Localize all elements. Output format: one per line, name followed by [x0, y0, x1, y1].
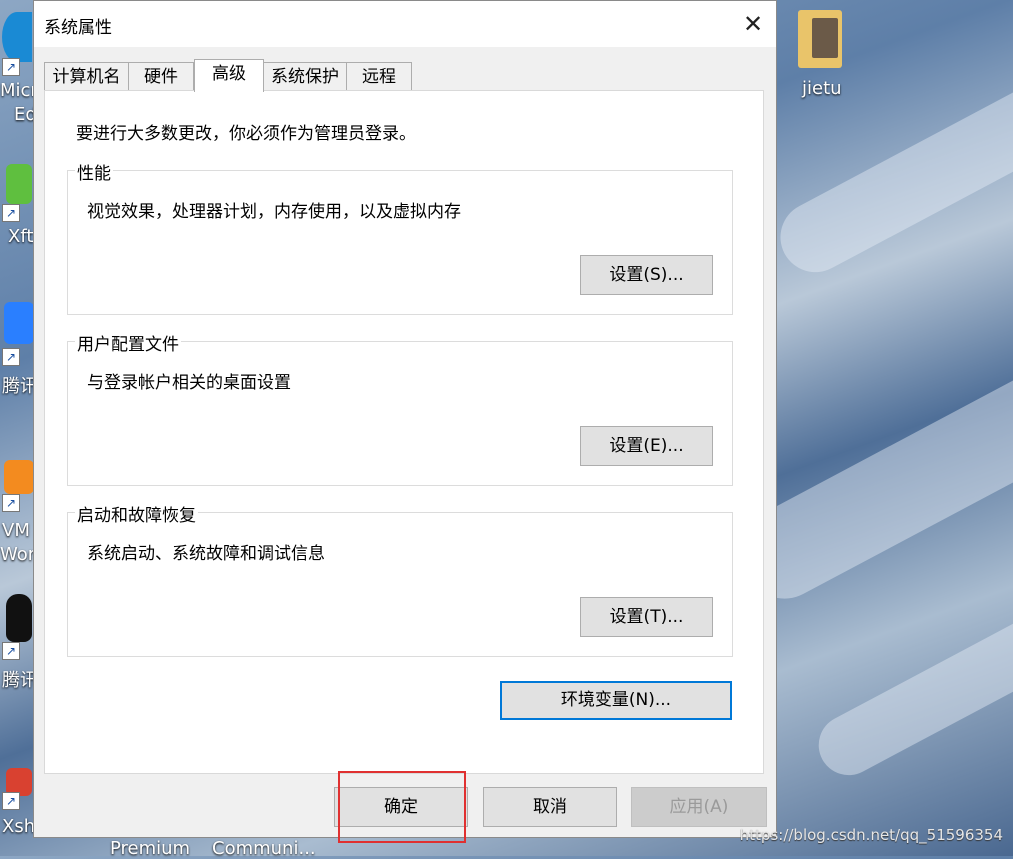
- desktop-icon-label: Xsh: [2, 816, 36, 837]
- xftp-icon: [6, 164, 32, 204]
- group-description: 与登录帐户相关的桌面设置: [87, 373, 291, 393]
- desktop-icon-label: Xft: [8, 226, 34, 247]
- ok-button-highlight-box: [338, 771, 466, 843]
- group-description: 视觉效果，处理器计划，内存使用，以及虚拟内存: [87, 202, 461, 222]
- performance-settings-button[interactable]: 设置(S)...: [580, 255, 713, 295]
- tab-system-protection[interactable]: 系统保护: [263, 62, 347, 90]
- desktop-icon-label: VM: [2, 520, 30, 541]
- user-profiles-group: 用户配置文件 与登录帐户相关的桌面设置 设置(E)...: [67, 330, 733, 486]
- shortcut-arrow-icon: ↗: [2, 348, 20, 366]
- edge-icon: [2, 12, 32, 62]
- shortcut-arrow-icon: ↗: [2, 204, 20, 222]
- close-button[interactable]: ✕: [738, 9, 768, 39]
- startup-recovery-group: 启动和故障恢复 系统启动、系统故障和调试信息 设置(T)...: [67, 501, 733, 657]
- shortcut-arrow-icon: ↗: [2, 494, 20, 512]
- title-bar[interactable]: 系统属性 ✕: [34, 1, 776, 47]
- environment-variables-button[interactable]: 环境变量(N)...: [500, 681, 732, 720]
- system-properties-dialog: 系统属性 ✕ 计算机名 硬件 高级 系统保护 远程 要进行大多数更改，你必须作为…: [33, 0, 777, 843]
- group-title: 性能: [75, 159, 113, 184]
- qq-penguin-icon: [6, 594, 32, 642]
- performance-group: 性能 视觉效果，处理器计划，内存使用，以及虚拟内存 设置(S)...: [67, 159, 733, 315]
- shortcut-arrow-icon: ↗: [2, 642, 20, 660]
- group-title: 用户配置文件: [75, 330, 181, 355]
- cancel-button[interactable]: 取消: [483, 787, 617, 827]
- folder-photo-thumbnail: [812, 18, 838, 58]
- tab-advanced[interactable]: 高级: [194, 59, 264, 92]
- vmware-icon: [4, 460, 34, 494]
- window-title: 系统属性: [44, 18, 112, 38]
- shortcut-arrow-icon: ↗: [2, 792, 20, 810]
- group-description: 系统启动、系统故障和调试信息: [87, 544, 325, 564]
- shortcut-arrow-icon: ↗: [2, 58, 20, 76]
- user-profiles-settings-button[interactable]: 设置(E)...: [580, 426, 713, 466]
- watermark: https://blog.csdn.net/qq_51596354: [739, 826, 1003, 844]
- tab-computer-name[interactable]: 计算机名: [44, 62, 129, 90]
- admin-note: 要进行大多数更改，你必须作为管理员登录。: [76, 124, 416, 144]
- tencent-meeting-icon: [4, 302, 34, 344]
- desktop-icon-label: jietu: [802, 78, 842, 99]
- tab-hardware[interactable]: 硬件: [128, 62, 194, 90]
- tab-remote[interactable]: 远程: [346, 62, 412, 90]
- startup-recovery-settings-button[interactable]: 设置(T)...: [580, 597, 713, 637]
- group-title: 启动和故障恢复: [75, 501, 198, 526]
- wallpaper-streak: [808, 554, 1013, 786]
- apply-button: 应用(A): [631, 787, 767, 827]
